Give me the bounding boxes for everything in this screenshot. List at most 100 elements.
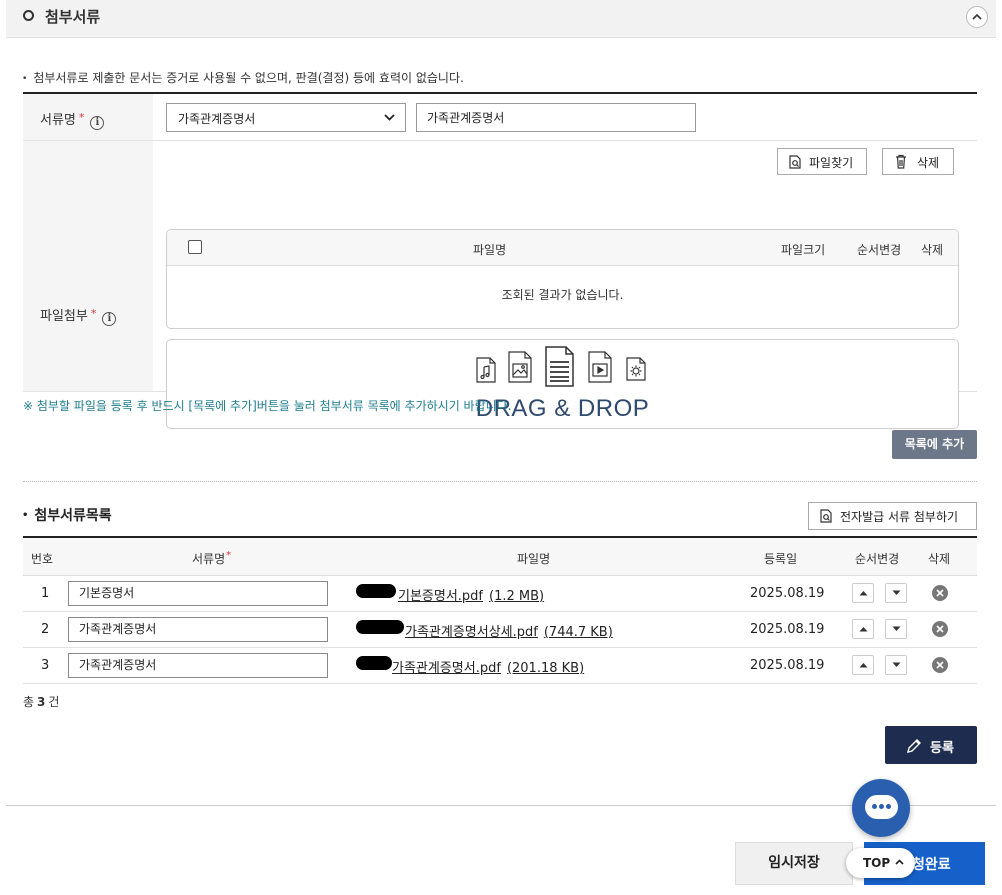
submit-complete-label: 청완료 <box>912 857 951 873</box>
chat-bubble-icon <box>865 795 898 819</box>
file-size: (201.18 KB) <box>506 661 585 676</box>
chevron-up-icon <box>895 859 904 865</box>
redaction-mark <box>356 584 396 598</box>
close-icon <box>936 625 944 633</box>
register-button[interactable]: 등록 <box>885 726 977 764</box>
divider <box>23 481 977 482</box>
file-link[interactable]: 가족관계증명서.pdf (201.18 KB) <box>392 657 584 676</box>
pencil-icon <box>907 739 921 753</box>
move-down-button[interactable] <box>885 619 907 639</box>
file-attach-label: 파일첨부 <box>40 309 88 324</box>
add-to-list-button[interactable]: 목록에 추가 <box>892 430 977 459</box>
delete-row-button[interactable] <box>932 657 948 673</box>
redaction-mark <box>356 620 404 634</box>
info-icon[interactable]: i <box>102 312 117 326</box>
doc-type-select-value: 가족관계증명서 <box>178 112 256 126</box>
collapse-button[interactable] <box>966 6 988 28</box>
required-mark: * <box>78 111 85 124</box>
chevron-down-icon <box>384 114 395 121</box>
empty-message: 조회된 결과가 없습니다. <box>501 288 624 302</box>
file-name: 기본증명서.pdf <box>398 589 484 604</box>
chatbot-button[interactable] <box>852 779 910 837</box>
move-up-button[interactable] <box>852 619 874 639</box>
file-grid: 파일명 파일크기 순서변경 삭제 조회된 결과가 없습니다. <box>166 229 959 329</box>
select-all-checkbox[interactable] <box>188 240 202 254</box>
chat-dot <box>879 804 884 809</box>
temp-save-button[interactable]: 임시저장 <box>735 842 853 885</box>
row-number: 3 <box>41 658 50 673</box>
row-doc-name-input[interactable]: 가족관계증명서 <box>68 653 328 678</box>
info-icon[interactable]: i <box>90 116 105 130</box>
delete-row-button[interactable] <box>932 585 948 601</box>
col-doc-name: 서류명* <box>192 550 231 567</box>
scroll-top-button[interactable]: TOP <box>846 848 915 878</box>
total-suffix: 건 <box>48 695 60 709</box>
file-name: 가족관계증명서.pdf <box>392 661 501 676</box>
file-link[interactable]: 기본증명서.pdf (1.2 MB) <box>398 585 544 604</box>
grid-header-filesize: 파일크기 <box>781 243 826 257</box>
attach-list-header: 번호 서류명* 파일명 등록일 순서변경 삭제 <box>23 538 977 576</box>
section-bullet-icon <box>23 10 34 21</box>
table-row: 3 가족관계증명서 가족관계증명서.pdf (201.18 KB) 2025.08… <box>23 648 977 684</box>
move-up-button[interactable] <box>852 583 874 603</box>
doc-name-row: 서류명 * i 가족관계증명서 <box>23 94 977 141</box>
col-filename: 파일명 <box>517 552 551 566</box>
drag-drop-zone[interactable]: DRAG & DROP <box>166 339 959 429</box>
file-name: 가족관계증명서상세.pdf <box>405 625 538 640</box>
triangle-up-icon <box>859 663 868 668</box>
table-row: 2 가족관계증명서 가족관계증명서상세.pdf (744.7 KB) 2025.0… <box>23 612 977 648</box>
move-down-button[interactable] <box>885 655 907 675</box>
col-num: 번호 <box>31 552 54 566</box>
attach-list-table: 번호 서류명* 파일명 등록일 순서변경 삭제 1 기본증명서 기본증명서.pd… <box>23 536 977 684</box>
trash-icon <box>896 154 906 169</box>
total-number: 3 <box>37 695 46 709</box>
attach-hint: ※ 첨부할 파일을 등록 후 반드시 [목록에 추가]버튼을 눌러 첨부서류 목… <box>23 399 512 413</box>
total-prefix: 총 <box>23 695 35 709</box>
doc-name-label: 서류명 <box>40 113 76 128</box>
close-icon <box>936 661 944 669</box>
file-attach-row: 파일첨부 * i 파일찾기 삭제 파일명 파일크기 순서변경 삭제 조회된 결과가 … <box>23 141 977 429</box>
footer-divider <box>6 805 996 806</box>
redaction-mark <box>356 656 392 670</box>
file-size: (1.2 MB) <box>489 589 545 604</box>
grid-header-order: 순서변경 <box>857 243 902 257</box>
reg-date: 2025.08.19 <box>750 586 825 601</box>
row-doc-name-input[interactable]: 가족관계증명서 <box>68 617 328 642</box>
efile-attach-button[interactable]: 전자발급 서류 첨부하기 <box>808 502 977 530</box>
grid-header-filename: 파일명 <box>473 243 507 257</box>
attach-list-title: 첨부서류목록 <box>22 505 111 525</box>
required-mark: * <box>226 550 232 561</box>
delete-row-button[interactable] <box>932 621 948 637</box>
grid-header-delete: 삭제 <box>921 243 944 257</box>
chevron-up-icon <box>972 13 982 20</box>
chat-dot <box>872 804 877 809</box>
col-reg-date: 등록일 <box>764 552 798 566</box>
efile-attach-label: 전자발급 서류 첨부하기 <box>840 510 959 524</box>
move-down-button[interactable] <box>885 583 907 603</box>
triangle-down-icon <box>892 590 901 595</box>
file-link[interactable]: 가족관계증명서상세.pdf (744.7 KB) <box>405 621 613 640</box>
col-order: 순서변경 <box>855 552 900 566</box>
triangle-down-icon <box>892 626 901 631</box>
file-grid-header: 파일명 파일크기 순서변경 삭제 <box>167 230 958 266</box>
file-search-icon <box>789 155 801 169</box>
find-file-button[interactable]: 파일찾기 <box>777 148 867 175</box>
table-row: 1 기본증명서 기본증명서.pdf (1.2 MB) 2025.08.19 <box>23 576 977 612</box>
scroll-top-label: TOP <box>863 856 891 870</box>
move-up-button[interactable] <box>852 655 874 675</box>
doc-name-header: 서류명 * i <box>23 94 153 140</box>
triangle-up-icon <box>859 591 868 596</box>
doc-type-select[interactable]: 가족관계증명서 <box>166 103 406 132</box>
delete-file-button[interactable]: 삭제 <box>882 148 954 175</box>
file-size: (744.7 KB) <box>543 625 613 640</box>
doc-name-input[interactable] <box>416 103 696 132</box>
row-doc-name-input[interactable]: 기본증명서 <box>68 581 328 606</box>
required-mark: * <box>90 307 97 320</box>
file-attach-label-wrap: 파일첨부 * i <box>40 305 117 326</box>
triangle-up-icon <box>859 627 868 632</box>
row-number: 1 <box>41 586 50 601</box>
notice-text: 첨부서류로 제출한 문서는 증거로 사용될 수 없으며, 판결(결정) 등에 효… <box>22 69 464 86</box>
col-doc-name-label: 서류명 <box>192 552 226 566</box>
reg-date: 2025.08.19 <box>750 622 825 637</box>
file-search-icon <box>820 509 832 523</box>
